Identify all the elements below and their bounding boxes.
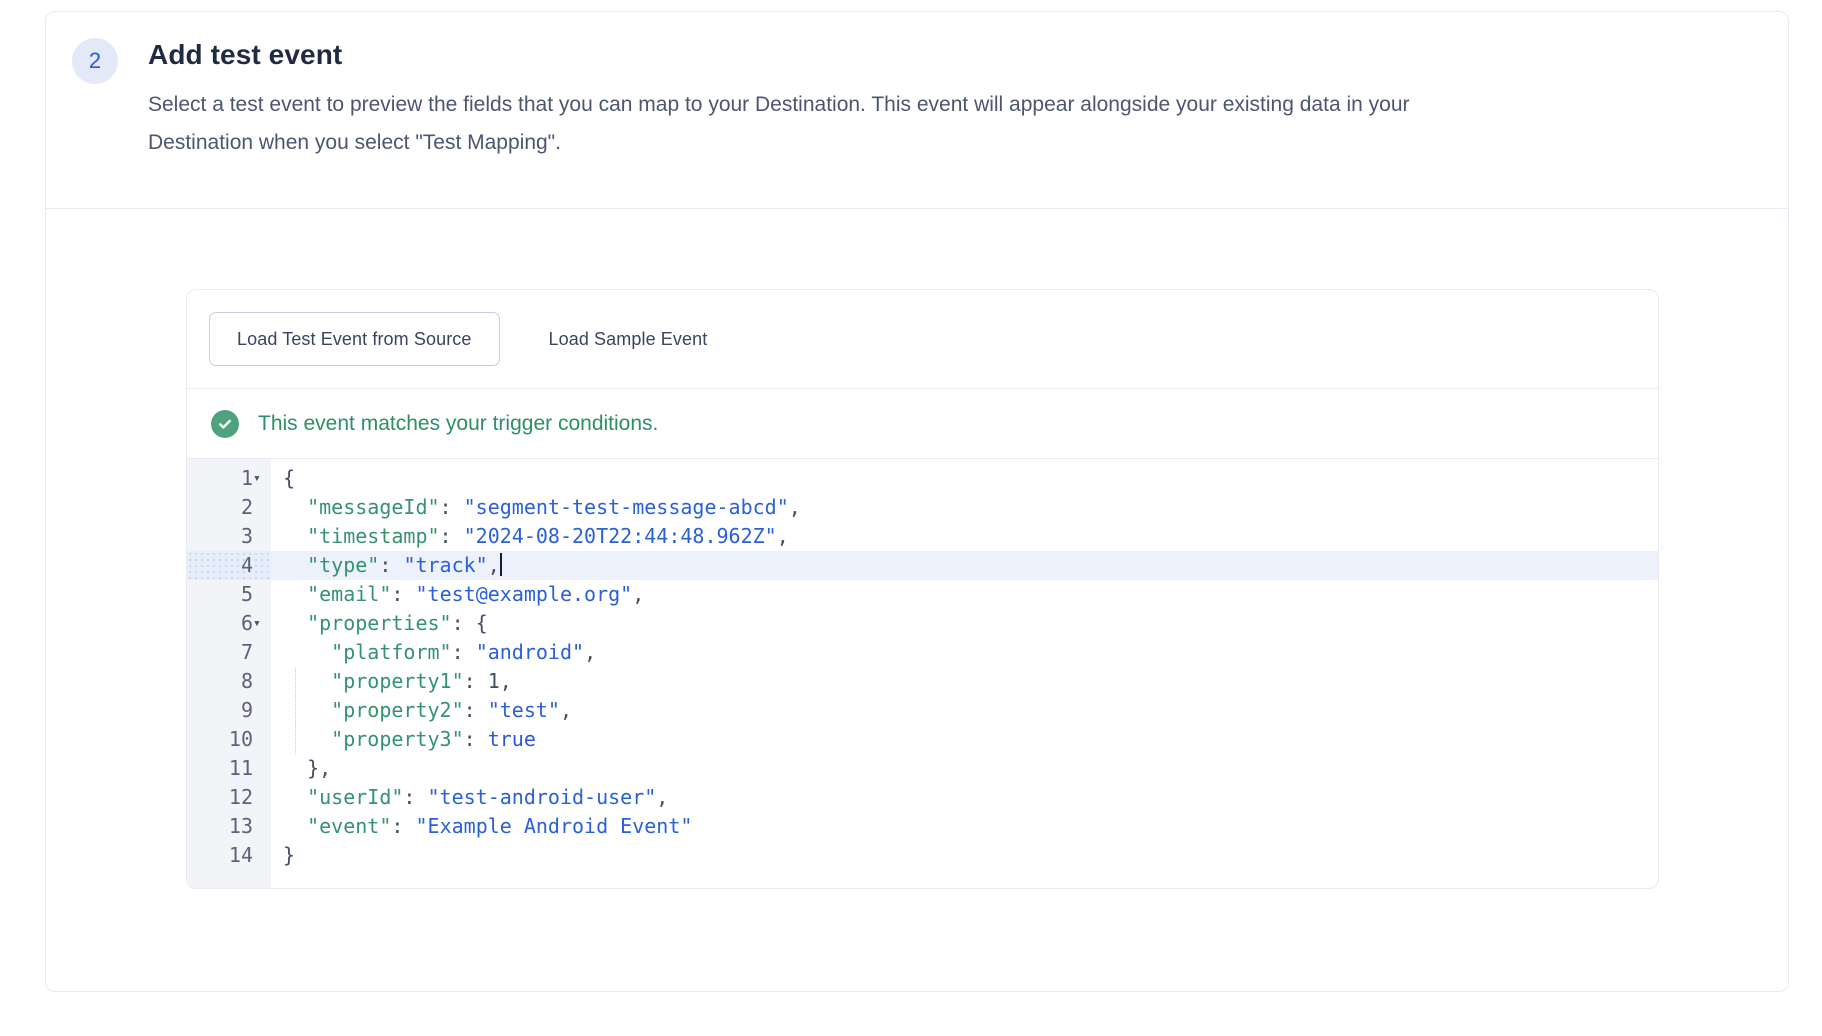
code-text: "event": "Example Android Event"	[271, 812, 1658, 841]
indent-guide	[295, 667, 296, 696]
add-test-event-card: 2 Add test event Select a test event to …	[45, 11, 1789, 992]
line-number: 11	[187, 754, 271, 783]
code-text: "properties": {	[271, 609, 1658, 638]
step-number-badge: 2	[72, 38, 118, 84]
event-source-toolbar: Load Test Event from Source Load Sample …	[187, 290, 1658, 389]
trigger-status-message: This event matches your trigger conditio…	[258, 412, 658, 436]
trigger-status-row: This event matches your trigger conditio…	[187, 389, 1658, 459]
code-line[interactable]: 9 "property2": "test",	[187, 696, 1658, 725]
indent-guide	[295, 725, 296, 754]
code-line[interactable]: 7 "platform": "android",	[187, 638, 1658, 667]
code-text: "email": "test@example.org",	[271, 580, 1658, 609]
line-number: 6▾	[187, 609, 271, 638]
page-title: Add test event	[148, 39, 342, 71]
line-number: 12	[187, 783, 271, 812]
code-line[interactable]: 11 },	[187, 754, 1658, 783]
page-description-line: Destination when you select "Test Mappin…	[148, 124, 1768, 162]
code-text: "property1": 1,	[271, 667, 1658, 696]
fold-arrow-icon[interactable]: ▾	[253, 464, 269, 493]
line-number: 13	[187, 812, 271, 841]
code-text: "timestamp": "2024-08-20T22:44:48.962Z",	[271, 522, 1658, 551]
line-number: 5	[187, 580, 271, 609]
line-number: 1▾	[187, 464, 271, 493]
load-sample-event-button[interactable]: Load Sample Event	[522, 312, 735, 366]
page-description-line: Select a test event to preview the field…	[148, 86, 1768, 124]
line-number: 3	[187, 522, 271, 551]
line-number: 8	[187, 667, 271, 696]
check-circle-icon	[211, 410, 239, 438]
code-text: "platform": "android",	[271, 638, 1658, 667]
code-line[interactable]: 4 "type": "track",	[187, 551, 1658, 580]
code-line[interactable]: 1▾{	[187, 464, 1658, 493]
page-description: Select a test event to preview the field…	[148, 86, 1768, 162]
code-line[interactable]: 8 "property1": 1,	[187, 667, 1658, 696]
step-number: 2	[89, 48, 101, 74]
code-line[interactable]: 5 "email": "test@example.org",	[187, 580, 1658, 609]
test-event-panel: Load Test Event from Source Load Sample …	[186, 289, 1659, 889]
code-line[interactable]: 3 "timestamp": "2024-08-20T22:44:48.962Z…	[187, 522, 1658, 551]
code-text: },	[271, 754, 1658, 783]
code-editor[interactable]: 1▾{2 "messageId": "segment-test-message-…	[187, 459, 1658, 888]
load-test-event-button[interactable]: Load Test Event from Source	[209, 312, 500, 366]
code-line[interactable]: 6▾ "properties": {	[187, 609, 1658, 638]
code-line[interactable]: 13 "event": "Example Android Event"	[187, 812, 1658, 841]
text-cursor	[500, 553, 502, 576]
indent-guide	[295, 696, 296, 725]
line-number: 4	[187, 551, 271, 580]
code-line[interactable]: 14}	[187, 841, 1658, 870]
fold-arrow-icon[interactable]: ▾	[253, 609, 269, 638]
line-number: 9	[187, 696, 271, 725]
header-divider	[46, 208, 1788, 209]
code-text: "type": "track",	[271, 551, 1658, 580]
code-text: "property3": true	[271, 725, 1658, 754]
code-line[interactable]: 10 "property3": true	[187, 725, 1658, 754]
code-text: {	[271, 464, 1658, 493]
code-text: "property2": "test",	[271, 696, 1658, 725]
code-line[interactable]: 2 "messageId": "segment-test-message-abc…	[187, 493, 1658, 522]
line-number: 2	[187, 493, 271, 522]
code-text: "userId": "test-android-user",	[271, 783, 1658, 812]
code-text: }	[271, 841, 1658, 870]
code-line[interactable]: 12 "userId": "test-android-user",	[187, 783, 1658, 812]
line-number: 7	[187, 638, 271, 667]
check-icon	[217, 416, 233, 432]
code-text: "messageId": "segment-test-message-abcd"…	[271, 493, 1658, 522]
line-number: 10	[187, 725, 271, 754]
line-number: 14	[187, 841, 271, 870]
